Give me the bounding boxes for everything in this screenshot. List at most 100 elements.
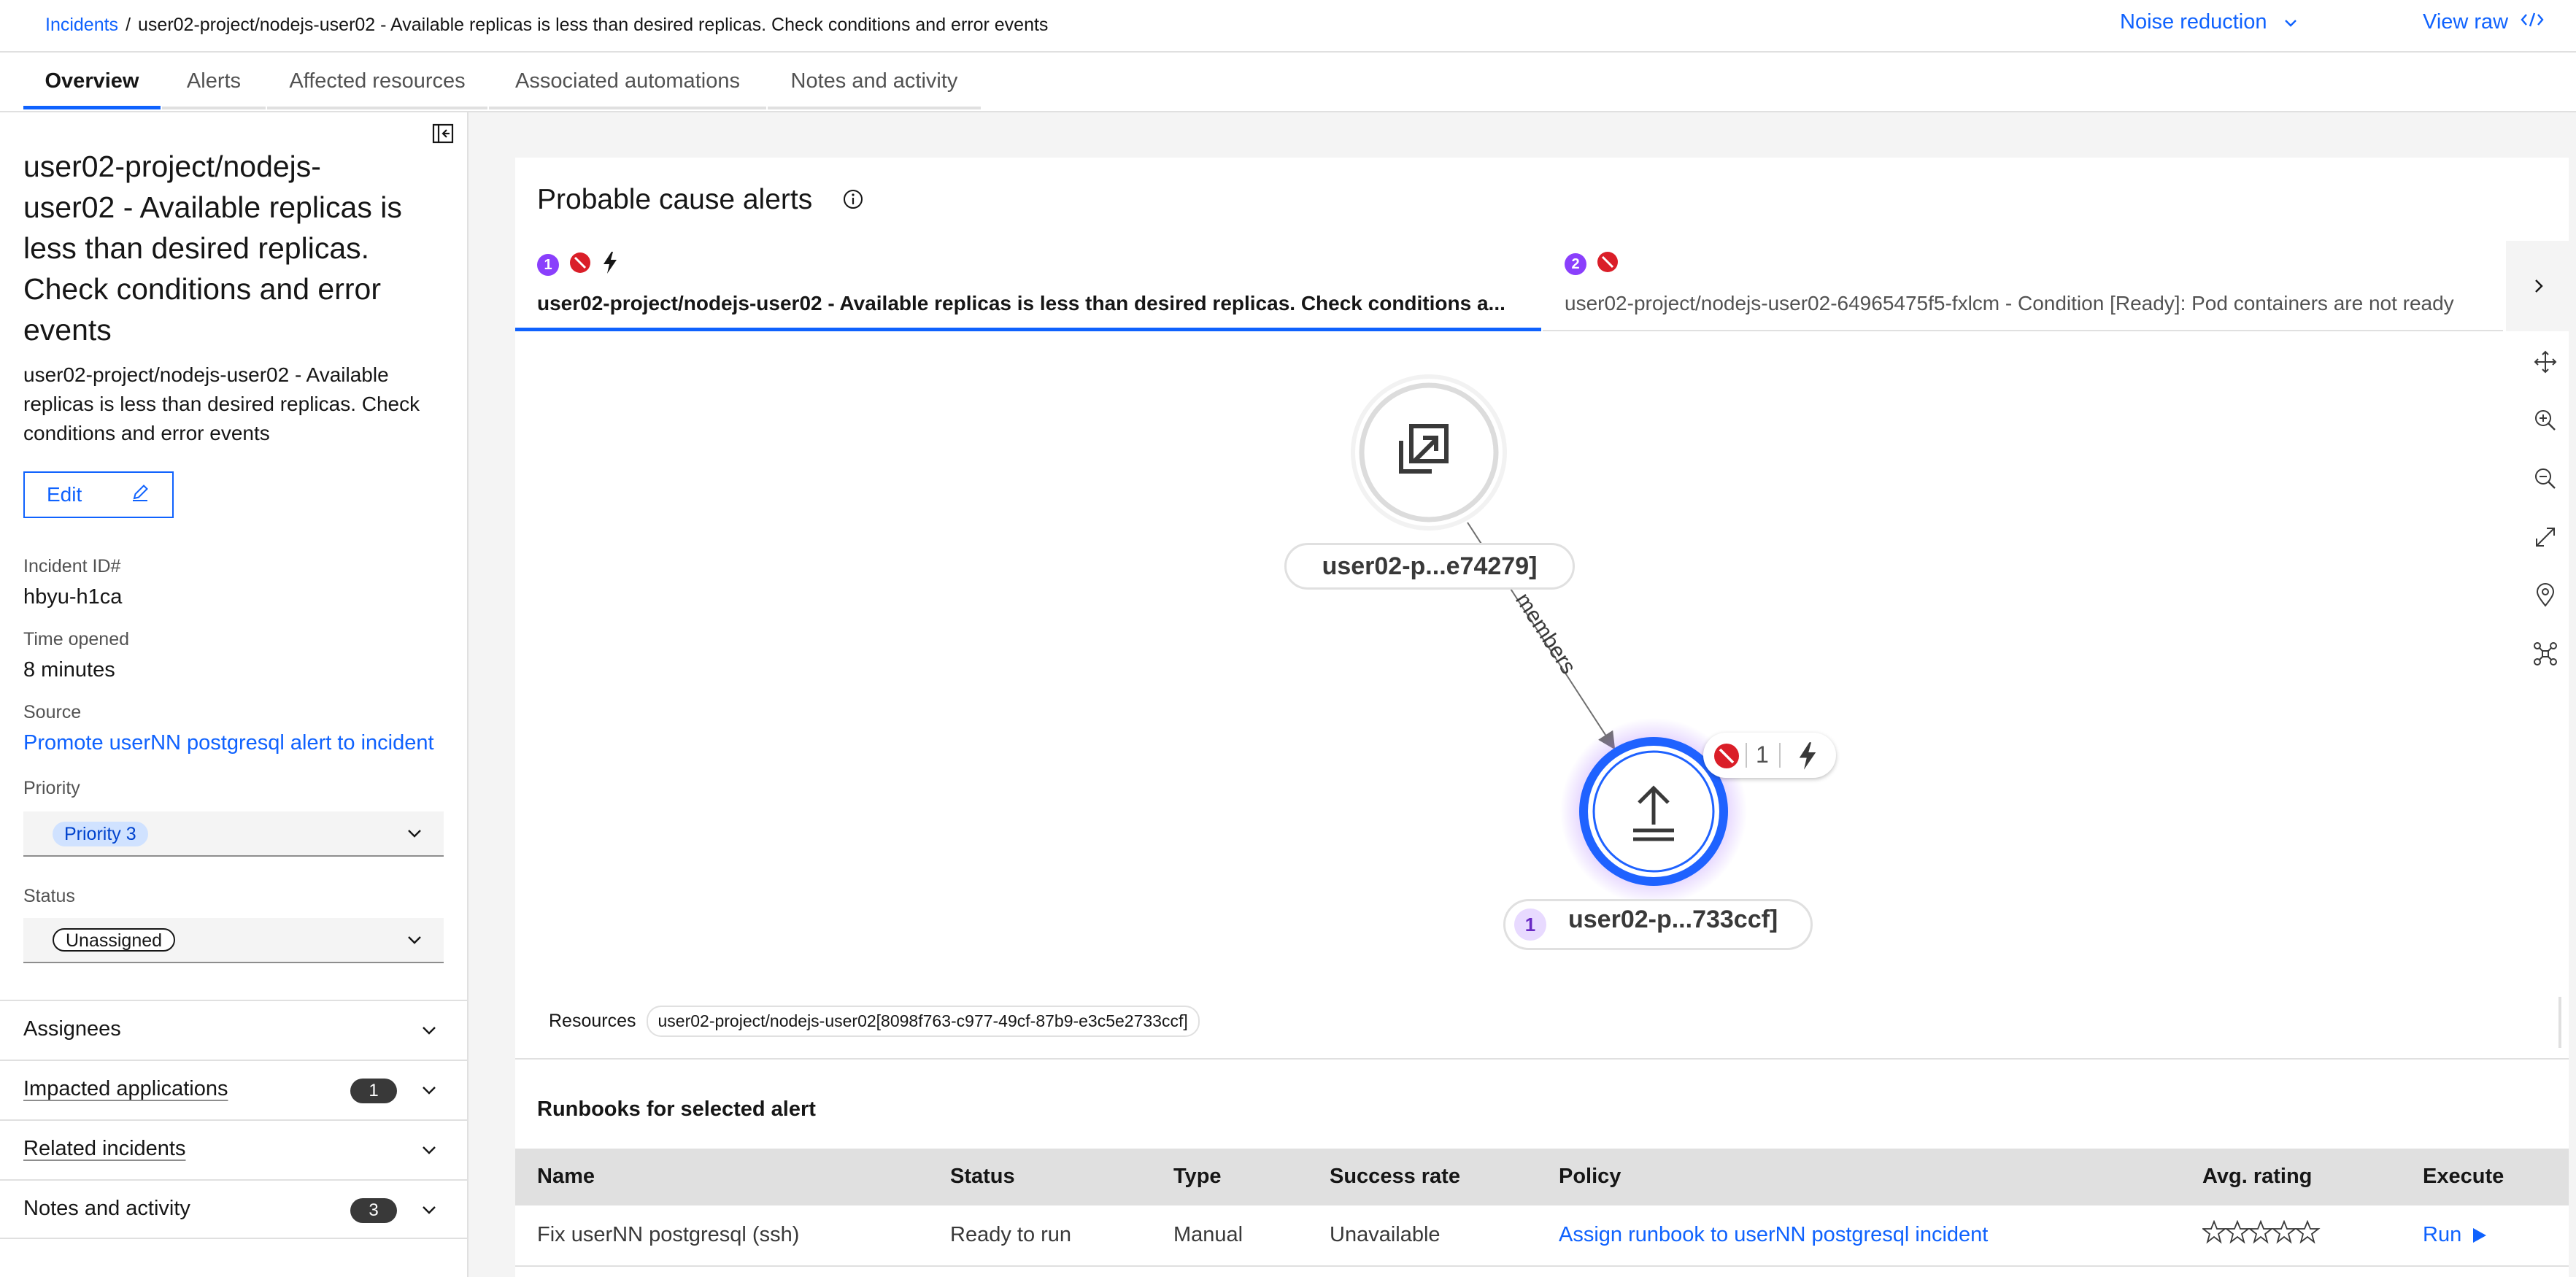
chevron-down-icon	[406, 825, 423, 846]
alert-tab-text: user02-project/nodejs-user02 - Available…	[537, 292, 1505, 315]
node-label-main[interactable]: 1 user02-p...733ccf]	[1503, 899, 1813, 950]
column-header-status[interactable]: Status	[950, 1165, 1015, 1189]
alert-tab-icons: 1	[537, 251, 619, 278]
resources-label: Resources	[549, 1011, 636, 1031]
column-header-avg-rating[interactable]: Avg. rating	[2202, 1165, 2312, 1189]
incident-id-value: hbyu-h1ca	[23, 585, 123, 609]
incident-id-label: Incident ID#	[23, 556, 121, 576]
tab-notes-and-activity[interactable]: Notes and activity	[768, 53, 981, 109]
accordion-impacted-applications[interactable]: Impacted applications 1	[0, 1060, 467, 1118]
scrollbar[interactable]	[2558, 997, 2561, 1048]
accordion-assignees[interactable]: Assignees	[0, 1000, 467, 1058]
node-label-top[interactable]: user02-p...e74279]	[1284, 543, 1575, 590]
chevron-down-icon	[2283, 10, 2298, 34]
runbook-policy-link[interactable]: Assign runbook to userNN postgresql inci…	[1559, 1223, 1988, 1247]
incident-title-line: user02-project/nodejs-	[23, 150, 321, 183]
alert-tab-1[interactable]: 1 user02-project/nodejs-user02 - Availab…	[515, 241, 1541, 331]
run-button[interactable]: Run	[2423, 1223, 2488, 1247]
critical-severity-icon	[569, 252, 591, 277]
tab-associated-automations[interactable]: Associated automations	[489, 53, 766, 109]
run-label: Run	[2423, 1223, 2462, 1246]
star-rating-icons	[2201, 1219, 2321, 1244]
accordion-title: Assignees	[23, 1017, 121, 1041]
noise-reduction-label: Noise reduction	[2120, 10, 2267, 34]
node-status-badge[interactable]: 1	[1703, 733, 1836, 778]
star-rating[interactable]	[2201, 1219, 2322, 1251]
alert-number-badge: 1	[537, 253, 559, 276]
critical-severity-icon	[1597, 251, 1619, 277]
resource-tag[interactable]: user02-project/nodejs-user02[8098f763-c9…	[646, 1006, 1200, 1037]
time-opened-label: Time opened	[23, 629, 129, 649]
status-select[interactable]: Unassigned	[23, 918, 444, 963]
breadcrumb: Incidents / user02-project/nodejs-user02 -…	[45, 15, 1048, 36]
accordion-notes-and-activity[interactable]: Notes and activity 3	[0, 1179, 467, 1239]
accordion-title: Notes and activity	[23, 1197, 190, 1220]
tab-overview[interactable]: Overview	[23, 53, 161, 109]
node-label-text: user02-p...733ccf]	[1568, 906, 1778, 933]
edit-button[interactable]: Edit	[23, 471, 174, 518]
breadcrumb-separator: /	[126, 15, 131, 35]
incident-title-line: Check conditions and error	[23, 272, 381, 306]
play-icon	[2473, 1227, 2487, 1243]
edit-label: Edit	[47, 483, 82, 506]
tab-bar: Overview Alerts Affected resources Assoc…	[0, 53, 2576, 112]
source-label: Source	[23, 702, 82, 722]
priority-select[interactable]: Priority 3	[23, 811, 444, 857]
alert-tabs-next-button[interactable]	[2506, 241, 2572, 331]
code-icon	[2520, 10, 2545, 34]
incident-title-line: events	[23, 313, 112, 347]
badge-divider	[1779, 743, 1781, 768]
tab-alerts[interactable]: Alerts	[162, 53, 266, 109]
time-opened-value: 8 minutes	[23, 658, 115, 682]
view-raw-link[interactable]: View raw	[2423, 10, 2545, 34]
chevron-down-icon	[406, 931, 423, 952]
column-header-type[interactable]: Type	[1173, 1165, 1222, 1189]
alert-tab-2[interactable]: 2 user02-project/nodejs-user02-64965475f…	[1543, 241, 2503, 331]
alert-tabs: 1 user02-project/nodejs-user02 - Availab…	[515, 241, 2503, 331]
accordion-title: Impacted applications	[23, 1077, 228, 1100]
resources-row: Resources user02-project/nodejs-user02[8…	[549, 1006, 1200, 1037]
runbook-status: Ready to run	[950, 1223, 1072, 1246]
lightning-icon	[601, 251, 619, 278]
edit-icon	[130, 482, 150, 508]
column-header-name[interactable]: Name	[537, 1165, 595, 1189]
accordion-related-incidents[interactable]: Related incidents	[0, 1119, 467, 1178]
status-tag: Unassigned	[53, 928, 176, 952]
accordion-title: Related incidents	[23, 1137, 186, 1160]
collapse-panel-icon[interactable]	[432, 123, 454, 144]
alert-tab-text: user02-project/nodejs-user02-64965475f5-…	[1565, 292, 2454, 315]
runbook-name: Fix userNN postgresql (ssh)	[537, 1223, 800, 1246]
divider	[515, 1058, 2569, 1060]
table-row[interactable]: Fix userNN postgresql (ssh) Ready to run…	[515, 1207, 2569, 1267]
info-icon[interactable]	[842, 188, 864, 214]
deployment-node[interactable]	[1351, 374, 1507, 531]
edge-label: members	[1511, 589, 1581, 679]
incident-description-line: conditions and error events	[23, 422, 270, 444]
count-badge: 1	[350, 1079, 397, 1103]
alert-number-badge: 2	[1565, 252, 1586, 275]
incident-title-line: user02 - Available replicas is	[23, 190, 402, 224]
chevron-down-icon	[420, 1141, 438, 1162]
status-label: Status	[23, 886, 75, 906]
chevron-right-icon	[2535, 279, 2543, 293]
runbook-type: Manual	[1173, 1223, 1243, 1246]
runbook-success-rate: Unavailable	[1330, 1223, 1441, 1246]
noise-reduction-dropdown[interactable]: Noise reduction	[2120, 10, 2298, 34]
badge-count: 1	[1756, 741, 1769, 768]
tab-affected-resources[interactable]: Affected resources	[267, 53, 487, 109]
probable-cause-title: Probable cause alerts	[537, 184, 813, 215]
column-header-policy[interactable]: Policy	[1559, 1165, 1621, 1189]
incident-description-line: replicas is less than desired replicas. …	[23, 393, 420, 415]
priority-tag: Priority 3	[53, 822, 148, 846]
source-link[interactable]: Promote userNN postgresql alert to incid…	[23, 731, 434, 755]
badge-divider	[1746, 743, 1747, 768]
column-header-execute: Execute	[2423, 1165, 2504, 1188]
breadcrumb-incidents-link[interactable]: Incidents	[45, 15, 118, 35]
runbooks-table-header: Name Status Type Success rate Policy Avg…	[515, 1149, 2569, 1205]
topology-graph: members user02-p...e74279] 1 user02-p...…	[515, 333, 2569, 1033]
lightning-icon	[1797, 741, 1819, 774]
incident-title-line: less than desired replicas.	[23, 231, 370, 265]
column-header-success-rate[interactable]: Success rate	[1330, 1165, 1460, 1189]
count-badge: 3	[350, 1198, 397, 1223]
chevron-down-icon	[420, 1201, 438, 1222]
